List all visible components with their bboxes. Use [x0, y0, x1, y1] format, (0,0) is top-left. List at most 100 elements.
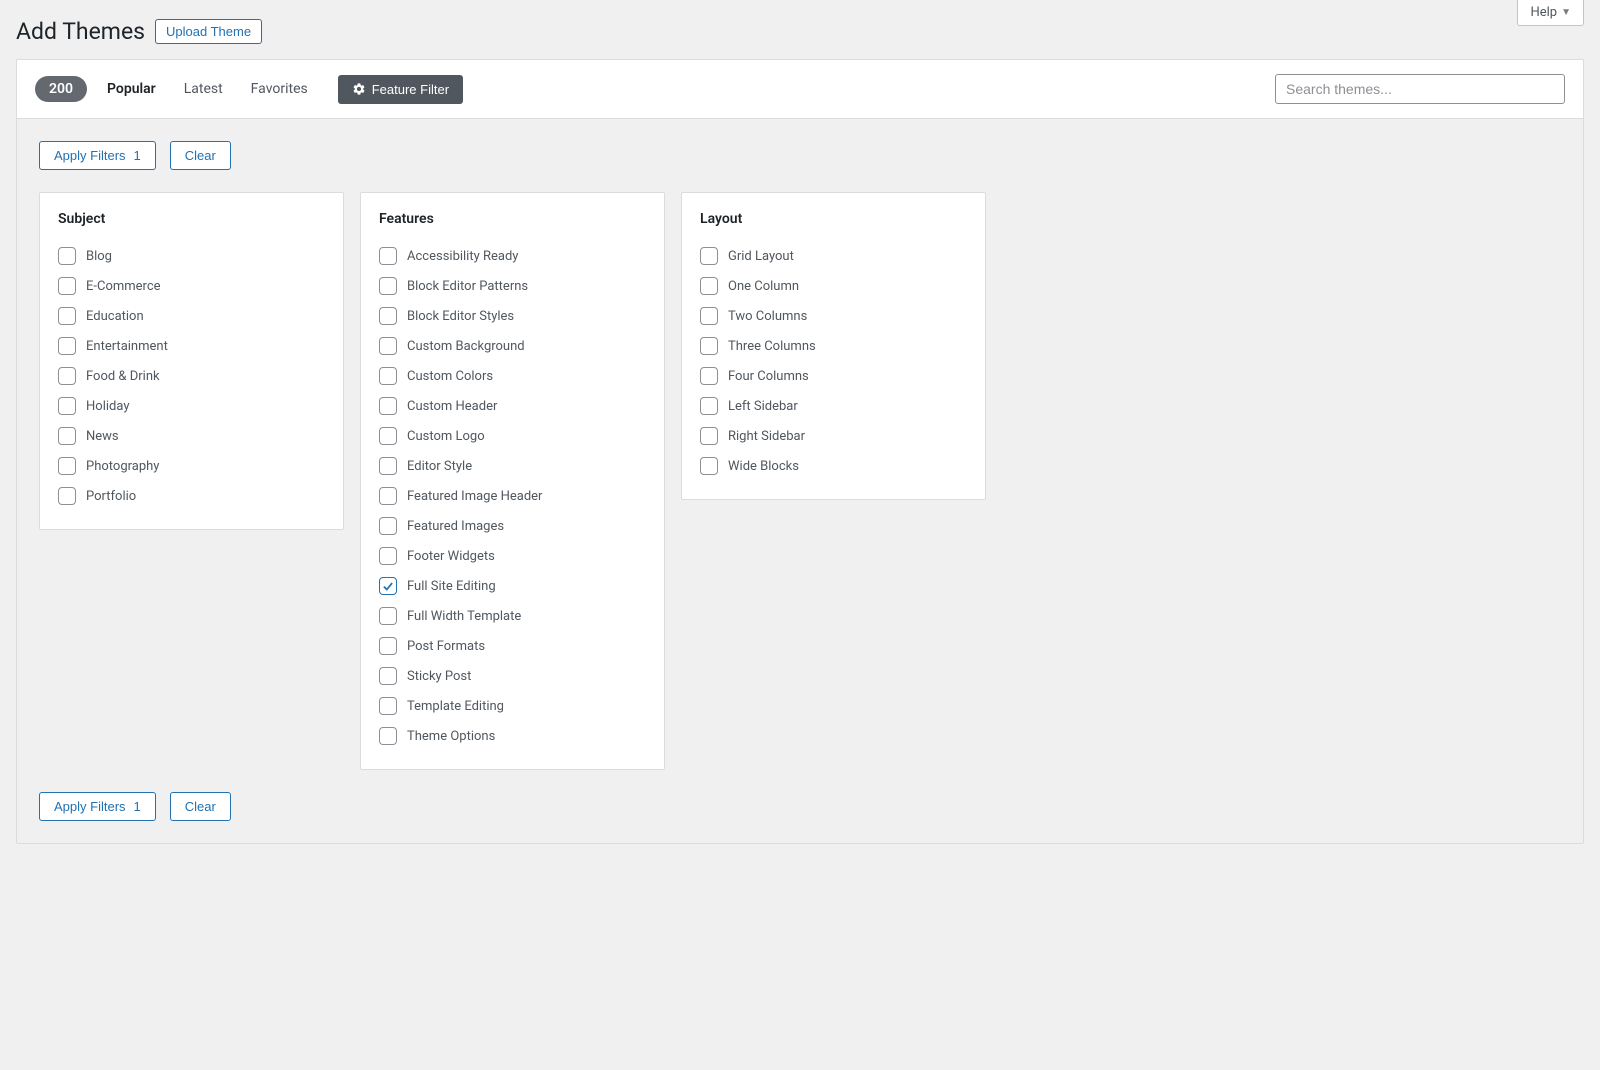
filter-option[interactable]: Template Editing [379, 691, 646, 721]
apply-filters-label: Apply Filters [54, 148, 126, 163]
checkbox[interactable] [58, 487, 76, 505]
checkbox[interactable] [379, 547, 397, 565]
check-icon [381, 579, 395, 593]
filter-columns: Subject BlogE-CommerceEducationEntertain… [39, 192, 1561, 770]
tab-popular[interactable]: Popular [99, 77, 164, 101]
checkbox[interactable] [58, 247, 76, 265]
checkbox[interactable] [379, 247, 397, 265]
filter-option[interactable]: Editor Style [379, 451, 646, 481]
filter-option[interactable]: Left Sidebar [700, 391, 967, 421]
clear-button[interactable]: Clear [170, 141, 231, 170]
filter-option-label: Wide Blocks [728, 459, 799, 474]
checkbox[interactable] [379, 277, 397, 295]
checkbox[interactable] [58, 367, 76, 385]
checkbox[interactable] [379, 697, 397, 715]
filter-option-label: Right Sidebar [728, 429, 805, 444]
filter-option[interactable]: Four Columns [700, 361, 967, 391]
apply-filters-button[interactable]: Apply Filters 1 [39, 141, 156, 170]
checkbox[interactable] [700, 367, 718, 385]
checkbox[interactable] [379, 487, 397, 505]
filter-option-label: Template Editing [407, 699, 504, 714]
filter-option-label: Holiday [86, 399, 129, 414]
filter-option-label: Two Columns [728, 309, 807, 324]
filter-option-label: Photography [86, 459, 159, 474]
checkbox[interactable] [700, 247, 718, 265]
filter-option-label: Sticky Post [407, 669, 471, 684]
upload-theme-button[interactable]: Upload Theme [155, 19, 262, 44]
filter-option-label: Education [86, 309, 144, 324]
filter-option[interactable]: Block Editor Patterns [379, 271, 646, 301]
filter-option-label: Portfolio [86, 489, 136, 504]
filter-option[interactable]: Right Sidebar [700, 421, 967, 451]
filter-option[interactable]: One Column [700, 271, 967, 301]
filter-body: Apply Filters 1 Clear Subject BlogE-Comm… [17, 119, 1583, 843]
filter-option[interactable]: Wide Blocks [700, 451, 967, 481]
filter-option-label: Theme Options [407, 729, 495, 744]
checkbox[interactable] [58, 427, 76, 445]
checkbox[interactable] [379, 367, 397, 385]
checkbox[interactable] [700, 397, 718, 415]
clear-button-bottom[interactable]: Clear [170, 792, 231, 821]
group-title-features: Features [379, 211, 646, 227]
feature-filter-label: Feature Filter [372, 82, 449, 97]
checkbox[interactable] [700, 277, 718, 295]
checkbox[interactable] [58, 307, 76, 325]
tab-favorites[interactable]: Favorites [243, 77, 316, 101]
checkbox[interactable] [700, 307, 718, 325]
checkbox[interactable] [700, 457, 718, 475]
filter-option[interactable]: Blog [58, 241, 325, 271]
checkbox[interactable] [379, 667, 397, 685]
checkbox[interactable] [379, 427, 397, 445]
checkbox[interactable] [58, 337, 76, 355]
filter-option-label: Custom Logo [407, 429, 485, 444]
checkbox[interactable] [58, 457, 76, 475]
filter-option[interactable]: Holiday [58, 391, 325, 421]
filter-option[interactable]: Portfolio [58, 481, 325, 511]
filter-option-label: Blog [86, 249, 112, 264]
filter-option[interactable]: Featured Image Header [379, 481, 646, 511]
checkbox[interactable] [58, 277, 76, 295]
filter-option[interactable]: Featured Images [379, 511, 646, 541]
filter-option[interactable]: Food & Drink [58, 361, 325, 391]
checkbox[interactable] [58, 397, 76, 415]
checkbox[interactable] [700, 337, 718, 355]
filter-option[interactable]: Custom Logo [379, 421, 646, 451]
filter-option[interactable]: Grid Layout [700, 241, 967, 271]
filter-option[interactable]: Three Columns [700, 331, 967, 361]
filter-option[interactable]: Theme Options [379, 721, 646, 751]
search-input[interactable] [1275, 74, 1565, 104]
filter-option[interactable]: Education [58, 301, 325, 331]
filter-option[interactable]: Custom Colors [379, 361, 646, 391]
filter-option[interactable]: Two Columns [700, 301, 967, 331]
help-label: Help [1530, 5, 1557, 20]
filter-option[interactable]: Entertainment [58, 331, 325, 361]
filter-option-label: Block Editor Patterns [407, 279, 528, 294]
checkbox[interactable] [379, 727, 397, 745]
filter-bar: 200 PopularLatestFavorites Feature Filte… [17, 60, 1583, 119]
checkbox[interactable] [379, 607, 397, 625]
filter-option[interactable]: Custom Header [379, 391, 646, 421]
filter-option[interactable]: Full Site Editing [379, 571, 646, 601]
help-tab[interactable]: Help ▼ [1517, 0, 1584, 26]
feature-filter-button[interactable]: Feature Filter [338, 75, 463, 104]
checkbox[interactable] [379, 637, 397, 655]
checkbox[interactable] [379, 307, 397, 325]
apply-filters-button-bottom[interactable]: Apply Filters 1 [39, 792, 156, 821]
checkbox[interactable] [700, 427, 718, 445]
filter-option[interactable]: News [58, 421, 325, 451]
checkbox[interactable] [379, 397, 397, 415]
filter-option[interactable]: Block Editor Styles [379, 301, 646, 331]
checkbox[interactable] [379, 457, 397, 475]
checkbox[interactable] [379, 577, 397, 595]
filter-option[interactable]: E-Commerce [58, 271, 325, 301]
checkbox[interactable] [379, 517, 397, 535]
filter-option[interactable]: Photography [58, 451, 325, 481]
filter-option[interactable]: Sticky Post [379, 661, 646, 691]
filter-option[interactable]: Full Width Template [379, 601, 646, 631]
tab-latest[interactable]: Latest [176, 77, 231, 101]
filter-option[interactable]: Footer Widgets [379, 541, 646, 571]
filter-option[interactable]: Custom Background [379, 331, 646, 361]
checkbox[interactable] [379, 337, 397, 355]
filter-option[interactable]: Accessibility Ready [379, 241, 646, 271]
filter-option[interactable]: Post Formats [379, 631, 646, 661]
